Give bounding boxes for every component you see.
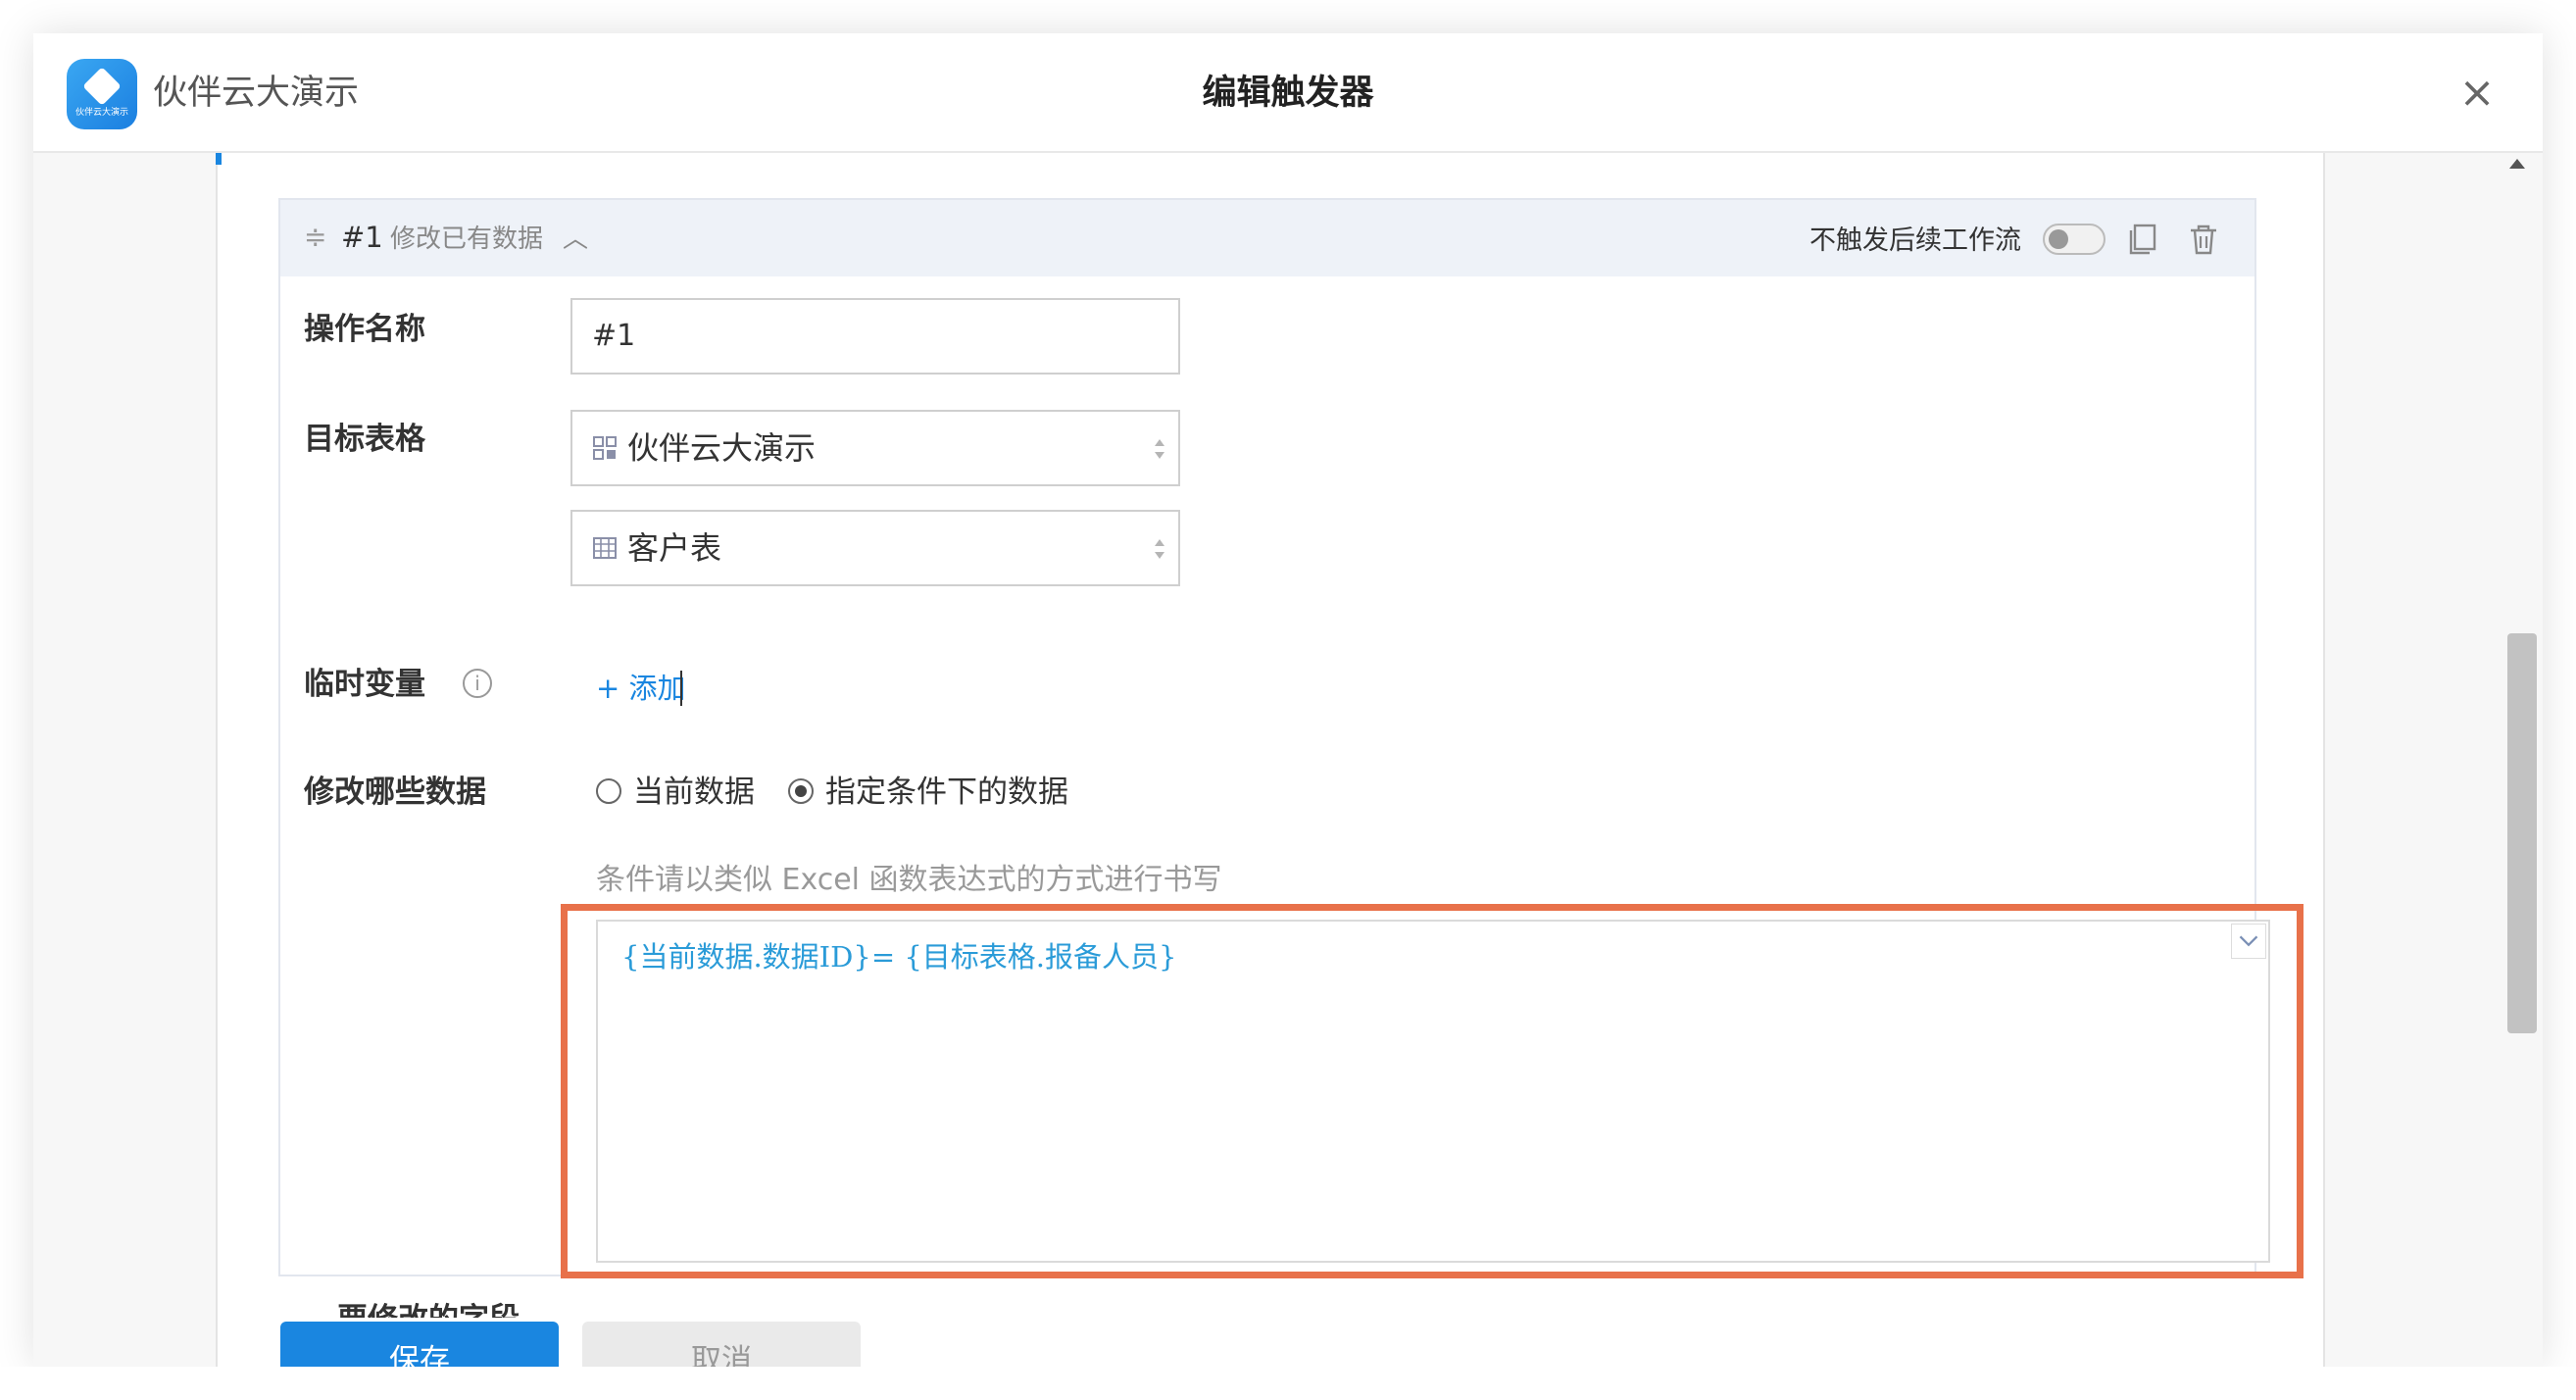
drag-handle-icon[interactable]: ≑ (304, 224, 326, 251)
table-grid-icon (593, 537, 617, 559)
workspace-select[interactable]: 伙伴云大演示 (570, 410, 1180, 486)
radio-conditional-data[interactable] (788, 778, 814, 804)
chevron-up-icon[interactable]: ︿ (563, 222, 588, 257)
trash-icon[interactable] (2186, 222, 2221, 257)
table-value: 客户表 (627, 529, 722, 567)
which-data-label: 修改哪些数据 (304, 775, 486, 810)
left-gutter (33, 153, 216, 1367)
highlight-box (561, 904, 2304, 1278)
radio-current-data[interactable] (596, 778, 621, 804)
condition-hint: 条件请以类似 Excel 函数表达式的方式进行书写 (596, 863, 1222, 897)
next-field-label: 要修改的字段 (337, 1300, 572, 1318)
add-variable-link[interactable]: + 添加 (596, 669, 686, 708)
scrollbar-thumb[interactable] (2507, 633, 2537, 1033)
temp-vars-label: 临时变量 (304, 667, 425, 702)
workspace-value: 伙伴云大演示 (627, 429, 817, 467)
no-trigger-label: 不触发后续工作流 (1809, 225, 2021, 256)
close-icon[interactable]: × (2452, 69, 2502, 118)
toggle-knob (2049, 229, 2068, 249)
active-indicator (216, 153, 222, 165)
text-caret (680, 671, 682, 706)
operation-name-label: 操作名称 (304, 312, 425, 347)
title-bar: 伙伴云大演示 伙伴云大演示 编辑触发器 × (33, 33, 2543, 153)
action-type: 修改已有数据 (390, 225, 544, 254)
target-table-label: 目标表格 (304, 422, 425, 457)
action-card-header[interactable]: ≑ #1 修改已有数据 ︿ 不触发后续工作流 (280, 200, 2254, 276)
copy-icon[interactable] (2125, 222, 2160, 257)
select-arrows-icon (1155, 539, 1164, 559)
no-trigger-toggle[interactable] (2043, 224, 2105, 255)
workspace-grid-icon (593, 436, 617, 460)
scroll-up-icon[interactable] (2509, 159, 2525, 169)
content-area: ≑ #1 修改已有数据 ︿ 不触发后续工作流 操作名称 #1 目标表格 伙伴云大… (33, 153, 2543, 1367)
info-icon[interactable]: i (463, 669, 492, 698)
select-arrows-icon (1155, 439, 1164, 459)
operation-name-input[interactable]: #1 (570, 298, 1180, 375)
dialog-window: 伙伴云大演示 伙伴云大演示 编辑触发器 × ≑ #1 修改已有数据 ︿ 不触发后… (33, 33, 2543, 1367)
radio-conditional-data-label[interactable]: 指定条件下的数据 (825, 773, 1068, 812)
scrollbar[interactable] (2496, 153, 2543, 1367)
table-select[interactable]: 客户表 (570, 510, 1180, 586)
radio-current-data-label[interactable]: 当前数据 (633, 773, 755, 812)
action-number: #1 (341, 221, 383, 254)
dialog-title: 编辑触发器 (1202, 74, 1374, 113)
operation-name-value: #1 (592, 319, 636, 353)
window-bottom-edge (0, 1367, 2576, 1400)
